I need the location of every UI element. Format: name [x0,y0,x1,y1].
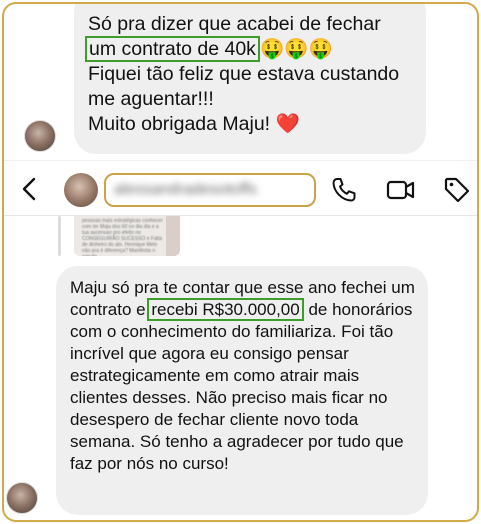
heart-emoji: ❤️ [275,113,300,135]
chat-screenshot: Só pra dizer que acabei de fechar um con… [2,2,479,522]
message-text-top: Só pra dizer que acabei de fechar um con… [85,12,418,137]
back-button[interactable] [18,175,42,203]
highlight-contract-40k: um contrato de 40k [85,36,260,62]
shared-post-text: pessoas mais estratégicas conhecer com t… [82,218,163,256]
shared-post-thumbnail[interactable]: pessoas mais estratégicas conhecer com t… [74,216,180,256]
message-bubble-bottom: Maju só pra te contar que esse ano feche… [56,266,428,515]
video-camera-icon [386,180,415,200]
message-bubble-top: Só pra dizer que acabei de fechar um con… [74,4,426,154]
call-button[interactable] [329,175,359,205]
reply-indicator-bar [58,216,61,256]
phone-icon [332,178,356,202]
message-text-bottom: Maju só pra te contar que esse ano feche… [70,277,420,475]
shared-post-image-edge [166,216,180,256]
message-line: Só pra dizer que acabei de fechar [88,13,381,35]
message-text-after: de honorários com o conhecimento do fami… [70,300,413,473]
contact-name-box[interactable]: alessandradesotoffs [104,173,316,207]
highlight-received-amount: recebi R$30.000,00 [147,298,304,321]
conversation-header: alessandradesotoffs [4,160,477,216]
tag-button[interactable] [442,175,472,205]
message-line: Fiquei tão feliz que estava custando me … [88,63,400,110]
tag-icon [444,177,470,203]
video-call-button[interactable] [385,175,415,205]
sender-avatar[interactable] [24,120,56,152]
money-emojis: 🤑🤑🤑 [259,38,333,60]
contact-name: alessandradesotoffs [114,181,257,198]
message-line: Muito obrigada Maju! [88,113,271,135]
chevron-left-icon [22,177,36,201]
contact-avatar[interactable] [64,173,98,207]
sender-avatar[interactable] [6,482,38,514]
